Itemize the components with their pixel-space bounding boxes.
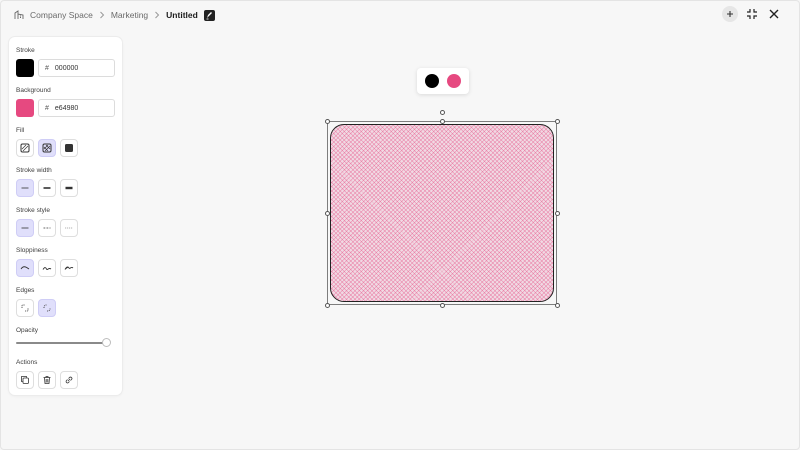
stroke-style-solid-button[interactable]: [16, 219, 34, 237]
opacity-slider[interactable]: [16, 338, 111, 347]
sloppiness-architect-button[interactable]: [16, 259, 34, 277]
solid-line-icon: [21, 227, 29, 229]
dotted-line-icon: [65, 227, 73, 229]
duplicate-button[interactable]: [16, 371, 34, 389]
sharp-corner-icon: [21, 304, 29, 312]
plus-icon[interactable]: [722, 6, 738, 22]
properties-panel: Stroke # 000000 Background # e64980 Fill…: [9, 37, 122, 395]
stroke-style-label: Stroke style: [16, 207, 50, 214]
cartoonist-curve-icon: [64, 266, 74, 270]
trash-icon: [43, 376, 51, 384]
stroke-hex-input[interactable]: # 000000: [38, 59, 115, 77]
edit-icon[interactable]: [203, 9, 215, 21]
rectangle-shape[interactable]: [330, 124, 554, 302]
fill-hachure-button[interactable]: [16, 139, 34, 157]
delete-button[interactable]: [38, 371, 56, 389]
cross-hatch-icon: [42, 143, 52, 153]
stroke-width-thin-button[interactable]: [16, 179, 34, 197]
color-option-pink[interactable]: [447, 74, 461, 88]
resize-handle-s[interactable]: [439, 302, 445, 308]
stroke-style-options: [16, 219, 78, 237]
fill-cross-hatch-button[interactable]: [38, 139, 56, 157]
bold-line-icon: [43, 187, 51, 189]
background-hex-value: e64980: [54, 104, 79, 112]
edges-sharp-button[interactable]: [16, 299, 34, 317]
stroke-width-label: Stroke width: [16, 167, 52, 174]
stroke-style-dotted-button[interactable]: [60, 219, 78, 237]
resize-handle-n[interactable]: [439, 118, 445, 124]
actions-label: Actions: [16, 359, 38, 366]
background-color-row: # e64980: [16, 99, 115, 117]
breadcrumb: Company Space Marketing Untitled: [14, 6, 215, 24]
selected-shape[interactable]: [324, 110, 560, 308]
resize-handle-w[interactable]: [324, 210, 330, 216]
edges-round-button[interactable]: [38, 299, 56, 317]
chevron-right-icon: [99, 11, 105, 19]
sloppiness-cartoonist-button[interactable]: [60, 259, 78, 277]
fill-solid-button[interactable]: [60, 139, 78, 157]
background-label: Background: [16, 87, 51, 94]
stroke-style-dashed-button[interactable]: [38, 219, 56, 237]
resize-handle-ne[interactable]: [554, 118, 560, 124]
edges-options: [16, 299, 56, 317]
stroke-label: Stroke: [16, 47, 35, 54]
opacity-label: Opacity: [16, 327, 39, 334]
breadcrumb-item-marketing[interactable]: Marketing: [111, 10, 148, 20]
thin-line-icon: [21, 187, 29, 189]
opacity-slider-thumb[interactable]: [102, 338, 111, 347]
breadcrumb-item-current[interactable]: Untitled: [166, 10, 198, 20]
artist-curve-icon: [42, 267, 52, 271]
sloppiness-artist-button[interactable]: [38, 259, 56, 277]
background-hex-input[interactable]: # e64980: [38, 99, 115, 117]
sloppiness-label: Sloppiness: [16, 247, 48, 254]
round-corner-icon: [43, 304, 51, 312]
resize-handle-e[interactable]: [554, 210, 560, 216]
extra-bold-line-icon: [65, 186, 73, 190]
architect-curve-icon: [20, 266, 30, 270]
link-button[interactable]: [60, 371, 78, 389]
stroke-swatch[interactable]: [16, 59, 34, 77]
solid-fill-icon: [65, 144, 73, 152]
chevron-right-icon: [154, 11, 160, 19]
sloppiness-options: [16, 259, 78, 277]
rotation-handle[interactable]: [439, 110, 445, 115]
duplicate-icon: [21, 376, 29, 384]
window-controls: [722, 6, 782, 22]
fill-label: Fill: [16, 127, 25, 134]
dashed-line-icon: [43, 227, 51, 229]
stroke-color-row: # 000000: [16, 59, 115, 77]
fill-options: [16, 139, 78, 157]
actions-buttons: [16, 371, 78, 389]
workspace-icon: [14, 10, 24, 20]
edges-label: Edges: [16, 287, 35, 294]
stroke-width-bold-button[interactable]: [38, 179, 56, 197]
close-icon[interactable]: [766, 6, 782, 22]
color-option-black[interactable]: [425, 74, 439, 88]
resize-handle-sw[interactable]: [324, 302, 330, 308]
hash-label: #: [45, 64, 49, 72]
stroke-width-options: [16, 179, 78, 197]
link-icon: [65, 376, 73, 384]
stroke-hex-value: 000000: [54, 64, 79, 72]
color-quick-picker: [417, 68, 469, 94]
stroke-width-extra-bold-button[interactable]: [60, 179, 78, 197]
breadcrumb-item-company-space[interactable]: Company Space: [30, 10, 93, 20]
minimize-icon[interactable]: [744, 6, 760, 22]
background-swatch[interactable]: [16, 99, 34, 117]
opacity-slider-track: [16, 342, 106, 344]
hash-label: #: [45, 104, 49, 112]
resize-handle-nw[interactable]: [324, 118, 330, 124]
hachure-icon: [20, 143, 30, 153]
resize-handle-se[interactable]: [554, 302, 560, 308]
